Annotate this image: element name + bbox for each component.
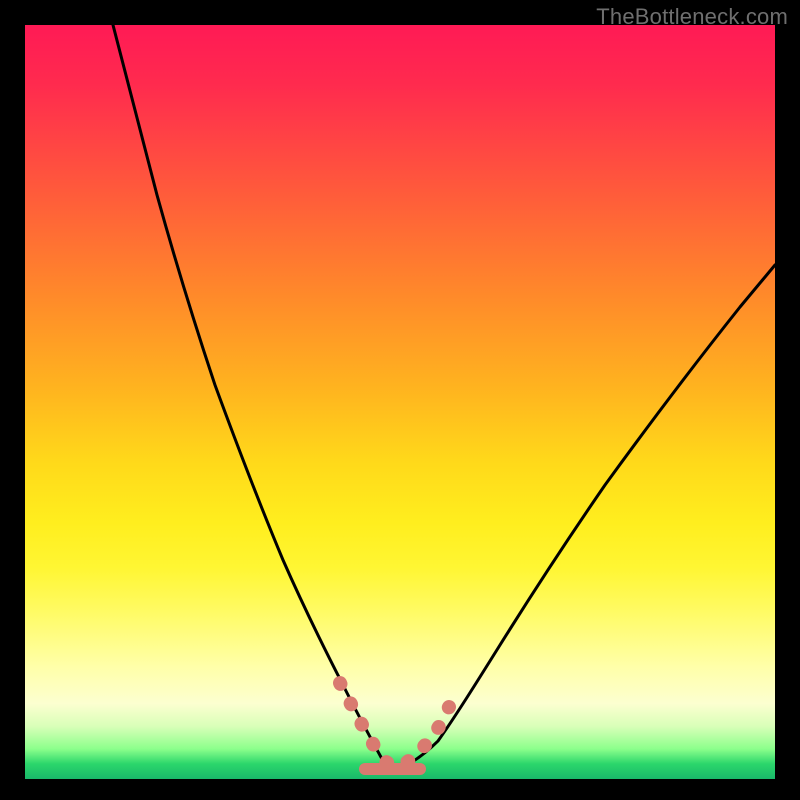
curve-layer: [25, 25, 775, 779]
plot-area: [25, 25, 775, 779]
elbow-highlight: [340, 683, 449, 766]
right-curve: [393, 265, 775, 771]
left-curve: [113, 25, 393, 771]
chart-frame: TheBottleneck.com: [0, 0, 800, 800]
